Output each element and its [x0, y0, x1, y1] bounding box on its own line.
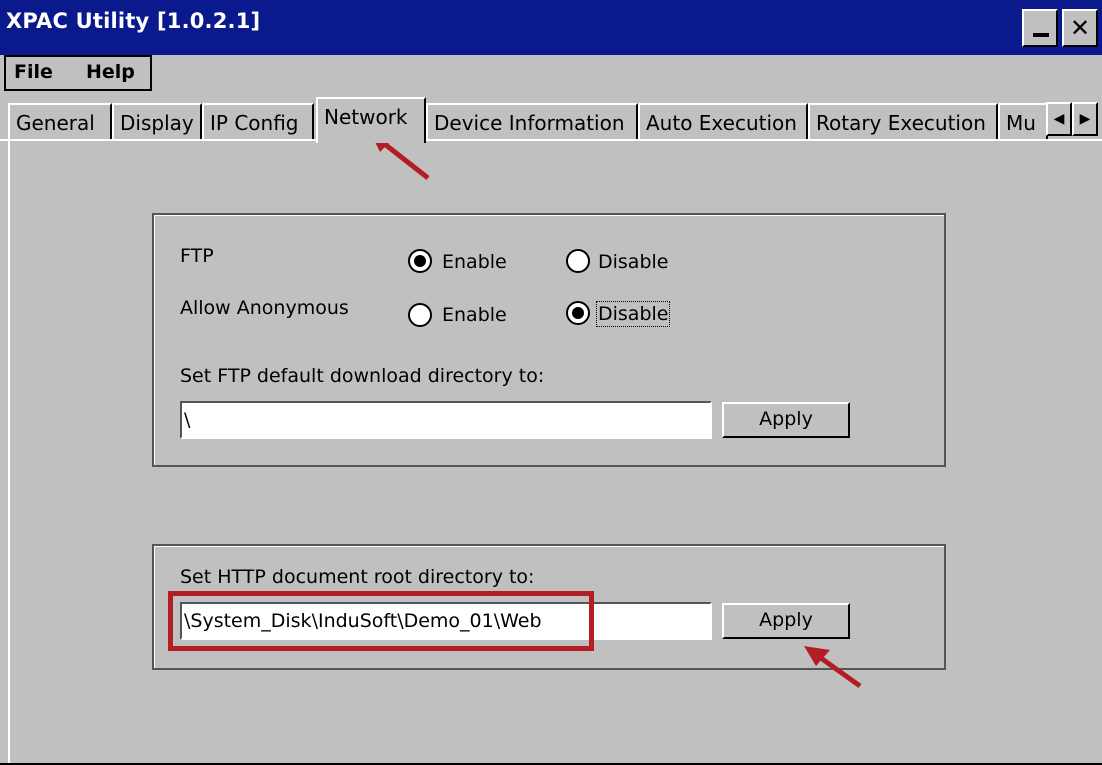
- title-bar: XPAC Utility [1.0.2.1] ✕: [0, 0, 1102, 55]
- tab-panel-top-border: [0, 139, 1102, 141]
- ftp-directory-input[interactable]: \: [180, 401, 712, 439]
- minimize-button[interactable]: [1022, 9, 1058, 47]
- tab-strip: General Display IP Config Network Device…: [0, 95, 1102, 145]
- ftp-enable-label[interactable]: Enable: [442, 251, 507, 273]
- ftp-disable-radio[interactable]: [566, 249, 590, 273]
- tab-scroll-left-icon[interactable]: ◀: [1046, 102, 1072, 136]
- minimize-icon: [1033, 33, 1049, 37]
- ftp-group: FTP Enable Disable Allow Anonymous Enabl…: [152, 213, 946, 467]
- anon-enable-label[interactable]: Enable: [442, 304, 507, 326]
- radio-selected-dot: [414, 255, 426, 267]
- ftp-label: FTP: [180, 245, 214, 267]
- close-button[interactable]: ✕: [1062, 9, 1098, 47]
- panel-left-border: [8, 141, 10, 763]
- annotation-highlight-box: [168, 591, 594, 651]
- radio-selected-dot: [572, 307, 584, 319]
- ftp-apply-button[interactable]: Apply: [722, 402, 850, 438]
- menu-bar: File Help: [4, 55, 152, 91]
- tab-network[interactable]: Network: [316, 97, 426, 143]
- tab-ip-config[interactable]: IP Config: [202, 103, 314, 141]
- window-title: XPAC Utility [1.0.2.1]: [6, 9, 261, 33]
- menu-help[interactable]: Help: [86, 61, 135, 83]
- anon-disable-radio[interactable]: [566, 301, 590, 325]
- tab-rotary-execution[interactable]: Rotary Execution: [808, 103, 998, 141]
- tab-general[interactable]: General: [8, 103, 112, 141]
- http-directory-label: Set HTTP document root directory to:: [180, 566, 535, 588]
- close-icon: ✕: [1069, 14, 1091, 42]
- tab-mu-truncated[interactable]: Mu: [998, 103, 1048, 141]
- allow-anonymous-label: Allow Anonymous: [180, 297, 349, 319]
- tab-device-information[interactable]: Device Information: [426, 103, 638, 141]
- ftp-enable-radio[interactable]: [408, 249, 432, 273]
- annotation-arrow-apply-icon: [804, 646, 862, 689]
- menu-file[interactable]: File: [14, 61, 53, 83]
- tab-display[interactable]: Display: [112, 103, 202, 141]
- xpac-utility-window: XPAC Utility [1.0.2.1] ✕ File Help Gener…: [0, 0, 1102, 765]
- ftp-disable-label[interactable]: Disable: [598, 251, 668, 273]
- tab-auto-execution[interactable]: Auto Execution: [638, 103, 808, 141]
- ftp-directory-label: Set FTP default download directory to:: [180, 365, 545, 387]
- tab-scroll-right-icon[interactable]: ▶: [1072, 102, 1098, 136]
- anon-enable-radio[interactable]: [408, 303, 432, 327]
- anon-disable-label[interactable]: Disable: [595, 301, 671, 327]
